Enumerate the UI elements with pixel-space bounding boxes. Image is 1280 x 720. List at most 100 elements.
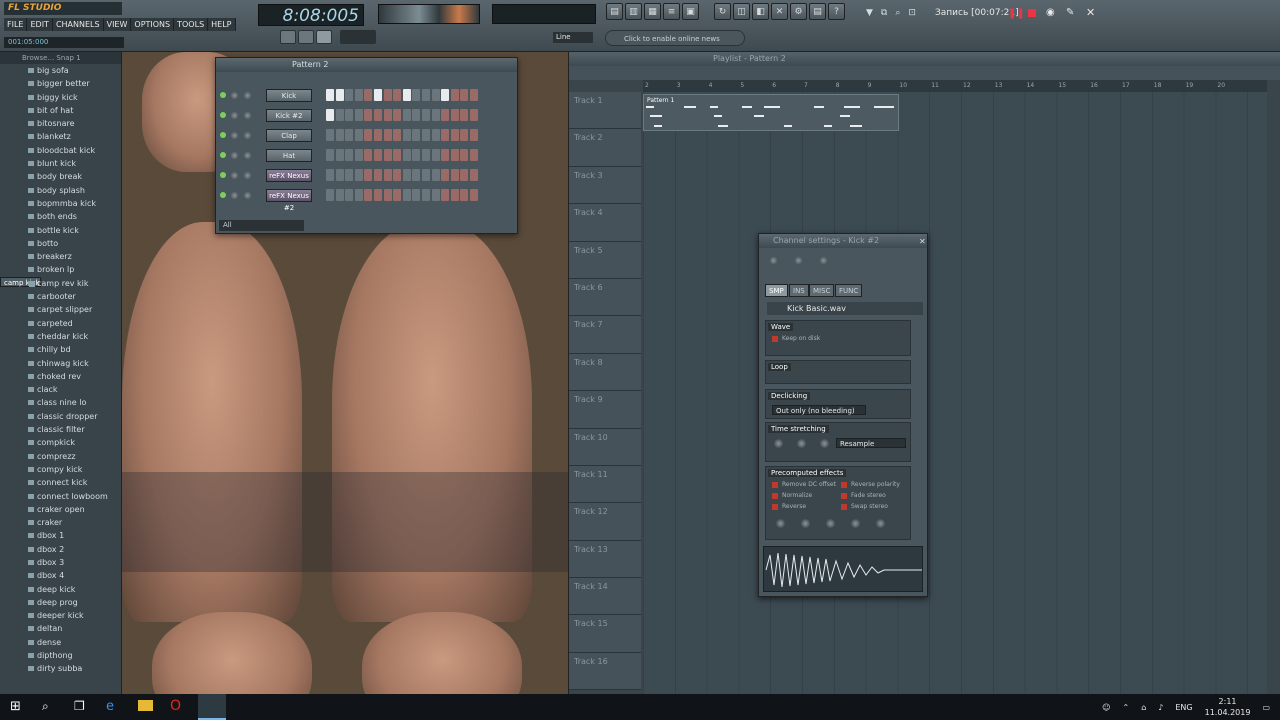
step-button[interactable] xyxy=(383,149,392,161)
edge-icon[interactable]: e xyxy=(106,699,114,714)
step-button[interactable] xyxy=(354,189,363,201)
channel-led[interactable] xyxy=(220,172,226,178)
browser-item[interactable]: clack xyxy=(0,383,121,396)
step-button[interactable] xyxy=(364,149,373,161)
track-header[interactable]: Track 1 xyxy=(569,92,641,130)
browser-item[interactable]: broken lp xyxy=(0,263,121,276)
channel-rack-icon[interactable]: ▦ xyxy=(644,3,661,20)
sample-waveform[interactable] xyxy=(763,546,923,592)
step-button[interactable] xyxy=(469,149,478,161)
step-button[interactable] xyxy=(421,89,430,101)
browser-item[interactable]: comprezz xyxy=(0,450,121,463)
track-header[interactable]: Track 8 xyxy=(569,353,641,392)
browser-item[interactable]: deep kick xyxy=(0,583,121,596)
windows-start-icon[interactable]: ⊞ xyxy=(10,699,21,714)
browser-item[interactable]: bigger better xyxy=(0,77,121,90)
step-button[interactable] xyxy=(431,189,440,201)
browser-item[interactable]: breakerz xyxy=(0,250,121,263)
step-button[interactable] xyxy=(335,129,344,141)
step-button[interactable] xyxy=(354,149,363,161)
browser-item[interactable]: body splash xyxy=(0,184,121,197)
help-icon[interactable]: ? xyxy=(828,3,845,20)
channel-volume-knob[interactable] xyxy=(243,170,252,180)
step-button[interactable] xyxy=(450,89,459,101)
piano-roll-icon[interactable]: ▥ xyxy=(625,3,642,20)
close-icon[interactable]: ✕ xyxy=(919,237,926,246)
step-button[interactable] xyxy=(431,109,440,121)
step-button[interactable] xyxy=(373,149,382,161)
step-button[interactable] xyxy=(460,129,469,141)
playlist-grid[interactable] xyxy=(643,92,1267,694)
channel-pan-knob[interactable] xyxy=(230,150,239,160)
menu-view[interactable]: VIEW xyxy=(103,18,132,31)
stop-record-icon[interactable] xyxy=(1028,9,1036,17)
step-button[interactable] xyxy=(441,89,450,101)
channel-volume-knob[interactable] xyxy=(243,190,252,200)
step-button[interactable] xyxy=(450,149,459,161)
step-button[interactable] xyxy=(460,189,469,201)
menu-options[interactable]: OPTIONS xyxy=(131,18,175,31)
menu-help[interactable]: HELP xyxy=(208,18,236,31)
step-button[interactable] xyxy=(431,169,440,181)
step-button[interactable] xyxy=(431,149,440,161)
step-button[interactable] xyxy=(431,89,440,101)
network-icon[interactable]: ⌂ xyxy=(1141,703,1146,712)
task-view-icon[interactable]: ❐ xyxy=(74,699,85,713)
browser-item[interactable]: craker open xyxy=(0,503,121,516)
step-button[interactable] xyxy=(393,189,402,201)
browser-item[interactable]: compy kick xyxy=(0,463,121,476)
step-button[interactable] xyxy=(393,89,402,101)
channel-name-button[interactable]: Kick xyxy=(266,88,312,102)
pause-button[interactable] xyxy=(280,30,296,44)
browser-item[interactable]: classic dropper xyxy=(0,410,121,423)
browser-item[interactable]: craker xyxy=(0,516,121,529)
channel-led[interactable] xyxy=(220,152,226,158)
channel-filter[interactable]: All xyxy=(219,220,304,231)
online-news-bar[interactable]: Click to enable online news xyxy=(605,30,745,46)
channel-led[interactable] xyxy=(220,112,226,118)
mixer-icon[interactable]: ≡ xyxy=(663,3,680,20)
clock[interactable]: 2:11 11.04.2019 xyxy=(1205,696,1251,718)
browser-item[interactable]: dirty subba xyxy=(0,662,121,675)
step-button[interactable] xyxy=(364,169,373,181)
channel-pan-knob[interactable] xyxy=(230,190,239,200)
channel-name-button[interactable]: Kick #2 xyxy=(266,108,312,122)
step-button[interactable] xyxy=(364,129,373,141)
step-button[interactable] xyxy=(345,89,354,101)
browser-item[interactable]: dbox 2 xyxy=(0,543,121,556)
channel-name-button[interactable]: Clap xyxy=(266,128,312,142)
pattern-clip[interactable]: Pattern 1 xyxy=(643,94,899,131)
channel-led[interactable] xyxy=(220,192,226,198)
browser-item[interactable]: connect kick xyxy=(0,476,121,489)
notes-icon[interactable]: ▤ xyxy=(809,3,826,20)
channel-name-button[interactable]: reFX Nexus xyxy=(266,168,312,182)
step-button[interactable] xyxy=(441,169,450,181)
menu-tools[interactable]: TOOLS xyxy=(174,18,209,31)
browser-item[interactable]: compkick xyxy=(0,436,121,449)
chevron-up-icon[interactable]: ⌃ xyxy=(1122,703,1129,712)
step-button[interactable] xyxy=(441,109,450,121)
step-button[interactable] xyxy=(421,149,430,161)
step-button[interactable] xyxy=(345,129,354,141)
search-icon[interactable]: ⌕ xyxy=(895,8,900,18)
browser-item[interactable]: carbooter xyxy=(0,290,121,303)
step-button[interactable] xyxy=(335,189,344,201)
step-button[interactable] xyxy=(364,109,373,121)
step-button[interactable] xyxy=(421,169,430,181)
refresh-icon[interactable]: ↻ xyxy=(714,3,731,20)
track-header[interactable]: Track 10 xyxy=(569,428,641,466)
channel-name-button[interactable]: Hat xyxy=(266,148,312,162)
pattern-selector[interactable]: Pattern 2 xyxy=(216,60,328,69)
menu-file[interactable]: FILE xyxy=(4,18,28,31)
browser-item[interactable]: classic filter xyxy=(0,423,121,436)
playlist-ruler[interactable]: 2 3 4 5 6 7 8 9 10 11 12 13 14 15 16 17 18 19 20 xyxy=(643,80,1267,92)
browser-item[interactable]: carpet slipper xyxy=(0,303,121,316)
step-button[interactable] xyxy=(393,129,402,141)
notifications-icon[interactable]: ▭ xyxy=(1262,703,1270,712)
step-button[interactable] xyxy=(441,189,450,201)
menu-channels[interactable]: CHANNELS xyxy=(52,18,104,31)
step-button[interactable] xyxy=(469,189,478,201)
step-button[interactable] xyxy=(335,149,344,161)
pitch-knob[interactable] xyxy=(819,256,828,265)
tab-smp[interactable]: SMP xyxy=(765,284,788,297)
